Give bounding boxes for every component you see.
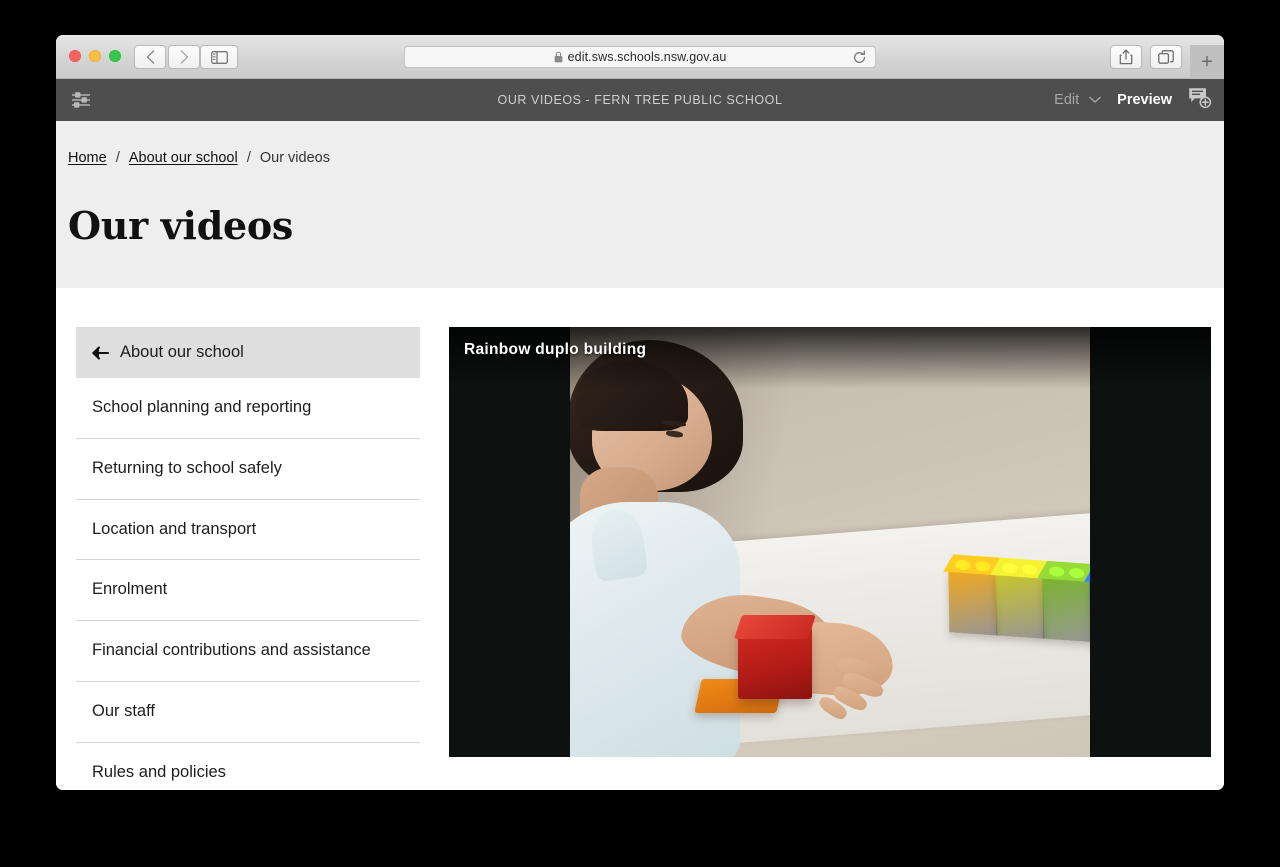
sidebar-back-to-about-our-school[interactable]: About our school	[76, 327, 420, 378]
sidebar-item-label: Enrolment	[92, 580, 168, 599]
breadcrumb-item-current: Our videos	[259, 149, 330, 166]
toolbar-right-buttons	[1110, 45, 1182, 69]
add-comment-icon	[1189, 87, 1212, 108]
duplo-brick-red-top	[734, 615, 816, 639]
forward-button[interactable]	[168, 45, 200, 69]
duplo-brick	[1084, 564, 1090, 646]
sidebar-item-our-staff[interactable]: Our staff	[76, 682, 420, 743]
close-window-button[interactable]	[69, 50, 81, 62]
lock-icon	[554, 51, 562, 63]
share-button[interactable]	[1110, 45, 1142, 69]
show-tabs-button[interactable]	[1150, 45, 1182, 69]
duplo-brick	[990, 557, 1058, 639]
minimize-window-button[interactable]	[89, 50, 101, 62]
browser-toolbar: edit.sws.schools.nsw.gov.au +	[56, 35, 1224, 79]
reload-icon[interactable]	[852, 50, 867, 65]
new-tab-label: +	[1201, 51, 1213, 73]
duplo-brick	[1037, 560, 1090, 643]
new-tab-button[interactable]: +	[1190, 45, 1224, 79]
sidebar-item-enrolment[interactable]: Enrolment	[76, 560, 420, 621]
video-player[interactable]: Rainbow duplo building	[449, 327, 1211, 757]
sidebar-item-label: Rules and policies	[92, 762, 226, 781]
duplo-brick-face	[995, 573, 1045, 639]
breadcrumb-item-about-our-school[interactable]: About our school	[129, 150, 238, 166]
maximize-window-button[interactable]	[109, 50, 121, 62]
show-tabs-icon	[1158, 49, 1174, 64]
video-letterbox-left	[449, 327, 570, 757]
sidebar-item-label: Our staff	[92, 701, 155, 720]
cms-page-title: OUR VIDEOS - FERN TREE PUBLIC SCHOOL	[497, 93, 783, 107]
sidebar-item-school-planning-and-reporting[interactable]: School planning and reporting	[76, 378, 420, 439]
sidebar-item-returning-to-school-safely[interactable]: Returning to school safely	[76, 439, 420, 500]
sidebar-toggle-button[interactable]	[200, 45, 238, 69]
page-header-band: Home / About our school / Our videos Our…	[56, 121, 1224, 288]
preview-button[interactable]: Preview	[1117, 92, 1172, 108]
breadcrumb-separator: /	[246, 149, 251, 166]
breadcrumb-separator: /	[115, 149, 120, 166]
video-poster-image	[570, 327, 1090, 757]
sidebar-item-label: Financial contributions and assistance	[92, 641, 371, 659]
back-button[interactable]	[134, 45, 166, 69]
sidebar-toggle-icon	[210, 50, 228, 64]
chevron-down-icon	[1089, 96, 1101, 103]
chevron-right-icon	[180, 50, 188, 64]
window-controls	[69, 50, 121, 62]
navigation-buttons	[134, 45, 200, 69]
duplo-brick-face	[948, 570, 998, 636]
section-navigation: About our school School planning and rep…	[76, 327, 420, 790]
chevron-left-icon	[146, 50, 154, 64]
sidebar-item-label: Returning to school safely	[92, 458, 282, 477]
cms-actions: Edit Preview	[1054, 87, 1212, 114]
duplo-brick	[943, 554, 1011, 636]
main-content: About our school School planning and rep…	[56, 288, 1224, 790]
sidebar-item-location-and-transport[interactable]: Location and transport	[76, 500, 420, 561]
edit-menu-button[interactable]: Edit	[1054, 92, 1101, 108]
video-title: Rainbow duplo building	[464, 341, 647, 358]
breadcrumb: Home / About our school / Our videos	[68, 149, 1224, 166]
url-text: edit.sws.schools.nsw.gov.au	[567, 50, 727, 64]
breadcrumb-item-home[interactable]: Home	[68, 150, 107, 166]
sidebar-header-label: About our school	[120, 343, 244, 361]
arrow-left-icon	[92, 346, 109, 359]
sidebar-item-label: School planning and reporting	[92, 398, 312, 416]
sidebar-item-rules-and-policies[interactable]: Rules and policies	[76, 743, 420, 791]
sidebar-item-label: Location and transport	[92, 519, 257, 538]
sidebar-item-financial-contributions-and-assistance[interactable]: Financial contributions and assistance	[76, 621, 420, 682]
duplo-brick-face	[1089, 579, 1090, 646]
page-title: Our videos	[68, 203, 293, 248]
duplo-brick-face	[1042, 576, 1090, 643]
edit-label: Edit	[1054, 92, 1080, 108]
browser-window: edit.sws.schools.nsw.gov.au + OUR VIDEOS…	[56, 35, 1224, 790]
share-icon	[1119, 49, 1133, 65]
address-bar[interactable]: edit.sws.schools.nsw.gov.au	[404, 46, 876, 68]
cms-toolbar: OUR VIDEOS - FERN TREE PUBLIC SCHOOL Edi…	[56, 79, 1224, 121]
add-comment-button[interactable]	[1188, 87, 1212, 114]
video-letterbox-right	[1090, 327, 1211, 757]
